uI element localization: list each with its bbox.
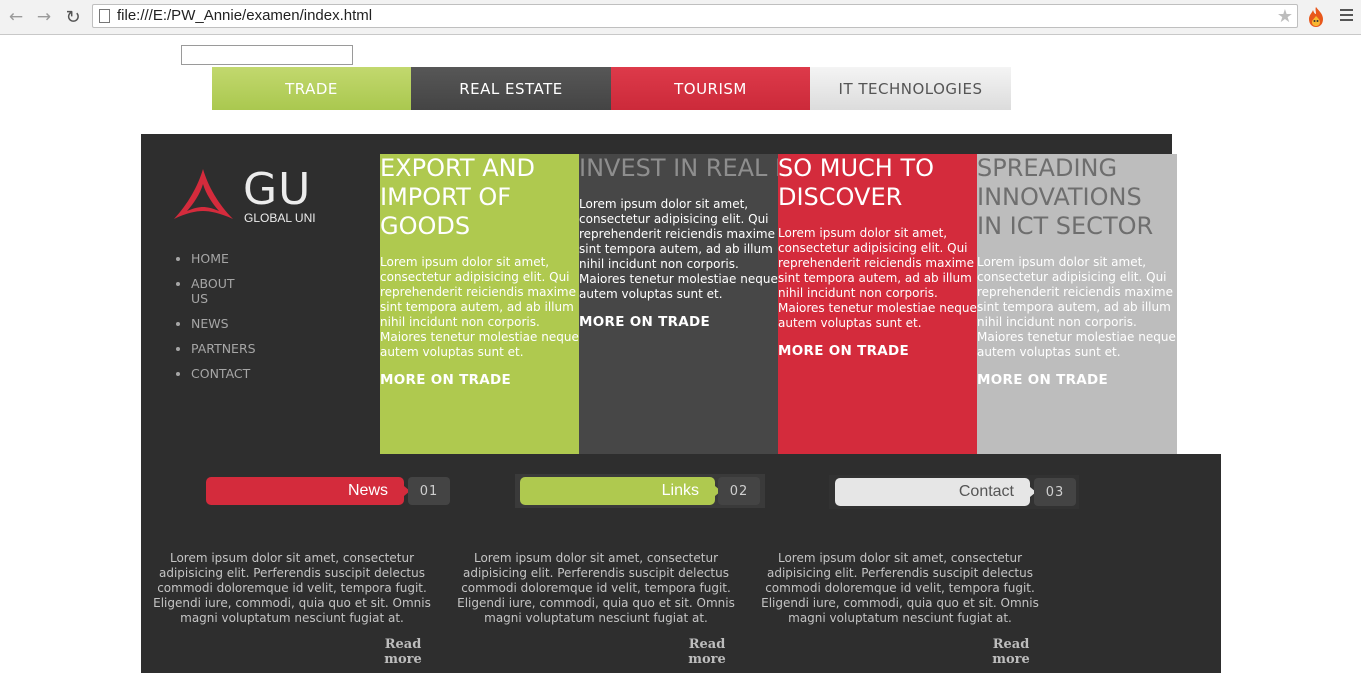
menu-item-about-us[interactable]: ABOUT US <box>176 276 241 306</box>
tab-it-technologies[interactable]: IT TECHNOLOGIES <box>810 67 1011 110</box>
logo[interactable]: GU GLOBAL UNI <box>172 164 332 226</box>
feature-column-trade: EXPORT AND IMPORT OF GOODS Lorem ipsum d… <box>380 154 579 454</box>
page-icon <box>99 9 110 23</box>
column-title: EXPORT AND IMPORT OF GOODS <box>380 154 536 240</box>
read-more-link[interactable]: Read more <box>369 637 437 667</box>
address-bar[interactable]: file:///E:/PW_Annie/examen/index.html ★ <box>92 4 1298 28</box>
column-title: INVEST IN REAL ESTATE IN GEORGIA <box>579 154 1014 182</box>
section-label: Links <box>520 477 715 505</box>
feature-column-it: SPREADING INNOVATIONS IN ICT SECTOR Lore… <box>977 154 1177 454</box>
side-menu: HOME ABOUT US NEWS PARTNERS CONTACT <box>176 251 256 391</box>
section-number: 03 <box>1034 478 1076 506</box>
column-text: Lorem ipsum dolor sit amet, consectetur … <box>380 255 579 359</box>
top-navigation: TRADE REAL ESTATE TOURISM IT TECHNOLOGIE… <box>212 67 1011 110</box>
section-label: News <box>206 477 404 505</box>
back-arrow-icon[interactable]: ← <box>5 6 27 28</box>
column-title: SPREADING INNOVATIONS IN ICT SECTOR <box>977 154 1154 240</box>
address-url[interactable]: file:///E:/PW_Annie/examen/index.html <box>117 7 372 24</box>
more-link[interactable]: MORE ON TRADE <box>977 372 1177 388</box>
tab-tourism[interactable]: TOURISM <box>611 67 810 110</box>
section-news-button[interactable]: News 01 <box>206 477 450 505</box>
more-link[interactable]: MORE ON TRADE <box>778 343 977 359</box>
tab-trade[interactable]: TRADE <box>212 67 411 110</box>
section-number: 02 <box>718 477 760 505</box>
block-text: Lorem ipsum dolor sit amet, consectetur … <box>153 551 431 625</box>
reload-icon[interactable]: ↻ <box>62 6 84 28</box>
column-title: SO MUCH TO DISCOVER <box>778 154 935 211</box>
read-more-link[interactable]: Read more <box>977 637 1045 667</box>
browser-menu-icon[interactable] <box>1340 9 1353 24</box>
search-input[interactable] <box>181 45 353 65</box>
bookmark-star-icon[interactable]: ★ <box>1277 6 1293 27</box>
links-block: Lorem ipsum dolor sit amet, consectetur … <box>451 551 741 667</box>
more-link[interactable]: MORE ON TRADE <box>579 314 778 330</box>
read-more-link[interactable]: Read more <box>673 637 741 667</box>
block-text: Lorem ipsum dolor sit amet, consectetur … <box>761 551 1039 625</box>
tab-real-estate[interactable]: REAL ESTATE <box>411 67 611 110</box>
extension-fire-icon[interactable] <box>1306 6 1326 28</box>
column-text: Lorem ipsum dolor sit amet, consectetur … <box>579 197 778 301</box>
menu-item-contact[interactable]: CONTACT <box>176 366 256 381</box>
news-block: Lorem ipsum dolor sit amet, consectetur … <box>147 551 437 667</box>
logo-text: GU <box>243 164 312 215</box>
section-label: Contact <box>835 478 1030 506</box>
section-contact-button[interactable]: Contact 03 <box>829 475 1079 509</box>
logo-subtitle: GLOBAL UNI <box>244 211 316 225</box>
logo-triangle-icon <box>174 169 233 219</box>
more-link[interactable]: MORE ON TRADE <box>380 372 579 388</box>
menu-item-partners[interactable]: PARTNERS <box>176 341 256 356</box>
forward-arrow-icon[interactable]: → <box>33 6 55 28</box>
column-text: Lorem ipsum dolor sit amet, consectetur … <box>778 226 977 330</box>
menu-item-news[interactable]: NEWS <box>176 316 256 331</box>
column-text: Lorem ipsum dolor sit amet, consectetur … <box>977 255 1176 359</box>
menu-item-home[interactable]: HOME <box>176 251 256 266</box>
feature-column-real-estate: INVEST IN REAL ESTATE IN GEORGIA Lorem i… <box>579 154 1014 454</box>
block-text: Lorem ipsum dolor sit amet, consectetur … <box>457 551 735 625</box>
browser-toolbar: ← → ↻ file:///E:/PW_Annie/examen/index.h… <box>0 0 1361 35</box>
section-links-button[interactable]: Links 02 <box>515 474 765 508</box>
section-number: 01 <box>408 477 450 505</box>
feature-column-tourism: SO MUCH TO DISCOVER Lorem ipsum dolor si… <box>778 154 977 454</box>
contact-block: Lorem ipsum dolor sit amet, consectetur … <box>755 551 1045 667</box>
